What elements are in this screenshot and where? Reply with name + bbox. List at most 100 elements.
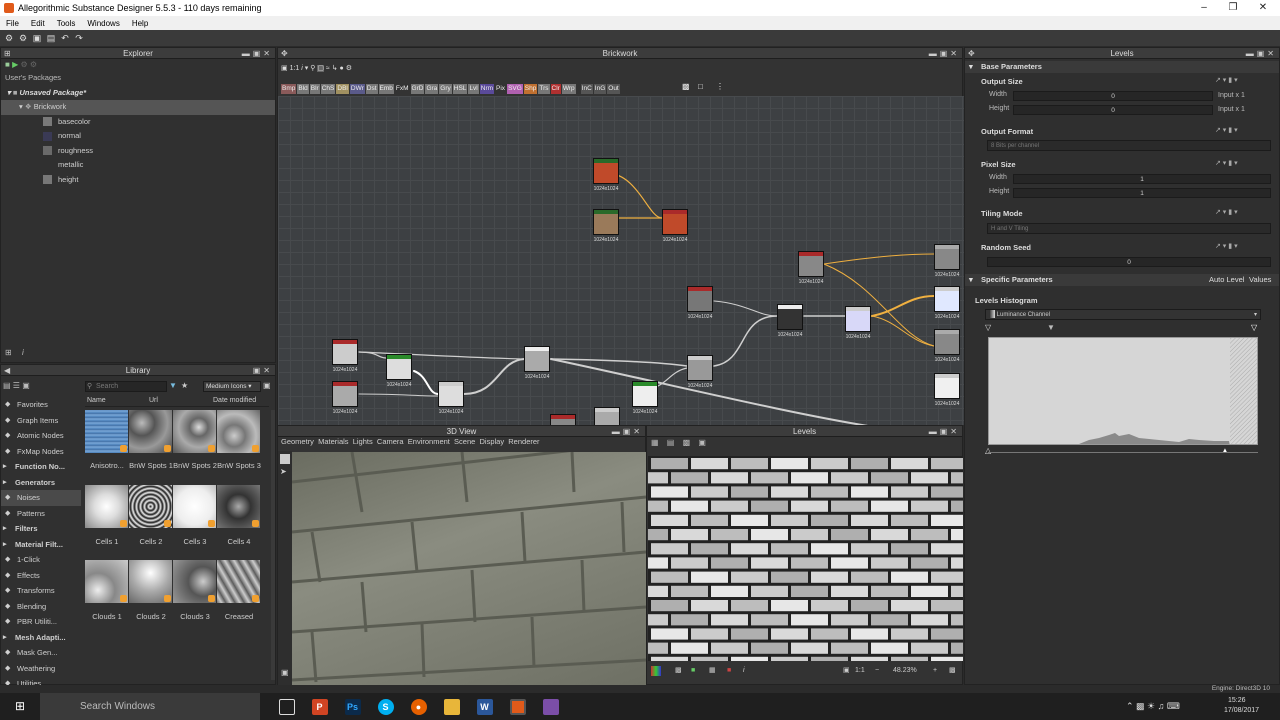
pointer-icon[interactable]: ➤ xyxy=(280,467,290,476)
taskbar-search-input[interactable]: Search Windows xyxy=(40,693,260,720)
node-tool-button[interactable]: Pix xyxy=(495,84,507,94)
graph-node[interactable] xyxy=(687,355,713,381)
random-seed-slider[interactable]: 0 xyxy=(987,257,1271,267)
library-category[interactable]: ◆ 1-Click xyxy=(1,552,81,568)
column-name[interactable]: Name xyxy=(87,397,106,404)
photoshop-icon[interactable]: Ps xyxy=(344,698,361,715)
param-controls-icon[interactable]: ↗ ▾ ▮ ▾ xyxy=(1215,242,1238,250)
levels-histogram[interactable] xyxy=(988,337,1258,445)
alpha-icon[interactable]: ▩ xyxy=(675,664,682,678)
play-icon[interactable]: ▶ xyxy=(12,60,18,69)
node-tool-button[interactable]: Gra xyxy=(425,84,439,94)
expand-icon[interactable]: ▸ xyxy=(3,630,7,646)
output-item[interactable]: normal xyxy=(1,129,275,144)
snapshot-icon[interactable]: ▣ xyxy=(281,668,289,677)
clock-time[interactable]: 15:26 xyxy=(1228,697,1246,707)
zoom-out-icon[interactable]: − xyxy=(875,664,879,678)
zoom-icon[interactable]: ⚲ xyxy=(310,65,315,72)
pin-icon[interactable]: ▦ xyxy=(651,438,659,447)
library-thumbnail[interactable] xyxy=(85,560,128,603)
expand-icon[interactable]: ▸ xyxy=(3,537,7,553)
panel-controls-icon[interactable]: ▬▣✕ xyxy=(612,426,643,437)
output-max-handle[interactable]: ▲ xyxy=(1221,446,1229,455)
node-tool-button[interactable]: Dst xyxy=(365,84,378,94)
fit-icon[interactable]: ▣ xyxy=(843,664,850,678)
node-tool-button[interactable]: ChS xyxy=(320,84,336,94)
tree-icon[interactable]: ⊞ xyxy=(5,348,12,357)
media-icon[interactable] xyxy=(542,698,559,715)
graph-node[interactable] xyxy=(845,306,871,332)
output-item[interactable]: height xyxy=(1,173,275,188)
node-tool-button[interactable]: SVG xyxy=(507,84,523,94)
info-icon[interactable]: i xyxy=(743,664,745,678)
library-category[interactable]: ◆ Noises xyxy=(1,490,81,506)
library-category[interactable]: ◆ Atomic Nodes xyxy=(1,428,81,444)
library-category[interactable]: ◆ PBR Utiliti... xyxy=(1,614,81,630)
brick-pattern-preview[interactable] xyxy=(648,456,963,661)
graph-node[interactable] xyxy=(593,158,619,184)
info-icon[interactable]: i xyxy=(22,348,24,357)
node-tool-button[interactable]: Blr xyxy=(309,84,320,94)
zoom-label[interactable]: 1:1 xyxy=(290,65,300,72)
folder-icon[interactable]: ▤ xyxy=(3,381,11,390)
library-thumbnail[interactable] xyxy=(217,560,260,603)
menu-file[interactable]: File xyxy=(0,19,25,28)
output-item[interactable]: roughness xyxy=(1,144,275,159)
library-category[interactable]: ◆ FxMap Nodes xyxy=(1,444,81,460)
library-category[interactable]: ◆ Effects xyxy=(1,568,81,584)
graph-node[interactable] xyxy=(777,304,803,330)
param-controls-icon[interactable]: ↗ ▾ ▮ ▾ xyxy=(1215,126,1238,134)
gamma-handle[interactable]: ▼ xyxy=(1047,323,1055,332)
library-category[interactable]: ◆ Patterns xyxy=(1,506,81,522)
frame-icon[interactable]: ▣ xyxy=(281,65,288,72)
tray-icons[interactable]: ⌃ ▩ ☀ ♫ ⌨ xyxy=(1126,693,1180,720)
library-thumbnail[interactable] xyxy=(85,485,128,528)
node-tool-button[interactable]: Nrm xyxy=(479,84,495,94)
zoom-in-icon[interactable]: + xyxy=(933,664,937,678)
library-category[interactable]: ▸ Generators xyxy=(1,475,81,491)
menu-scene[interactable]: Scene xyxy=(454,437,475,446)
graph-node[interactable] xyxy=(386,354,412,380)
new-graph-icon[interactable]: ⚙ xyxy=(4,33,14,43)
library-category[interactable]: ▸ Filters xyxy=(1,521,81,537)
values-button[interactable]: Values xyxy=(1249,274,1271,286)
node-tool-button[interactable]: Bmp xyxy=(281,84,297,94)
zoom-ratio[interactable]: 1:1 xyxy=(855,664,865,678)
info-icon[interactable]: i xyxy=(301,65,303,72)
graph-node[interactable] xyxy=(934,373,960,399)
node-tool-button[interactable]: Shp xyxy=(523,84,538,94)
task-view-icon[interactable] xyxy=(278,698,295,715)
pixel-width-slider[interactable]: 1 xyxy=(1013,174,1271,184)
library-category[interactable]: ◆ Weathering xyxy=(1,661,81,677)
graph-node[interactable] xyxy=(934,286,960,312)
redo-icon[interactable]: ↷ xyxy=(74,33,84,43)
column-date[interactable]: Date modified xyxy=(213,397,256,404)
channel-select[interactable]: Luminance Channel ▾ xyxy=(985,309,1261,320)
tile-icon[interactable]: ▦ xyxy=(709,664,716,678)
library-category[interactable]: ◆ Transforms xyxy=(1,583,81,599)
graph-node[interactable] xyxy=(594,407,620,425)
word-icon[interactable]: W xyxy=(476,698,493,715)
node-tool-button[interactable]: GrD xyxy=(410,84,425,94)
menu-environment[interactable]: Environment xyxy=(408,437,450,446)
output-item[interactable]: basecolor xyxy=(1,115,275,130)
panel-controls-icon[interactable]: ▬▣✕ xyxy=(242,48,273,59)
expand-icon[interactable]: ▸ xyxy=(3,459,7,475)
library-search-input[interactable]: Search xyxy=(85,381,167,392)
powerpoint-icon[interactable]: P xyxy=(311,698,328,715)
menu-edit[interactable]: Edit xyxy=(25,19,51,28)
library-thumbnail[interactable] xyxy=(173,560,216,603)
library-thumbnail[interactable] xyxy=(129,485,172,528)
library-thumbnail[interactable] xyxy=(173,410,216,453)
save-image-icon[interactable]: ▤ xyxy=(667,438,675,447)
favorite-icon[interactable]: ★ xyxy=(181,381,188,390)
library-thumbnail[interactable] xyxy=(217,410,260,453)
graph-node[interactable] xyxy=(438,381,464,407)
graph-node[interactable] xyxy=(332,339,358,365)
panel-controls-icon[interactable]: ▬▣✕ xyxy=(929,426,960,437)
library-category[interactable]: ◆ Graph Items xyxy=(1,413,81,429)
list-icon[interactable]: ☰ xyxy=(13,381,20,390)
graph-node[interactable] xyxy=(332,381,358,407)
menu-camera[interactable]: Camera xyxy=(377,437,404,446)
menu-renderer[interactable]: Renderer xyxy=(508,437,539,446)
